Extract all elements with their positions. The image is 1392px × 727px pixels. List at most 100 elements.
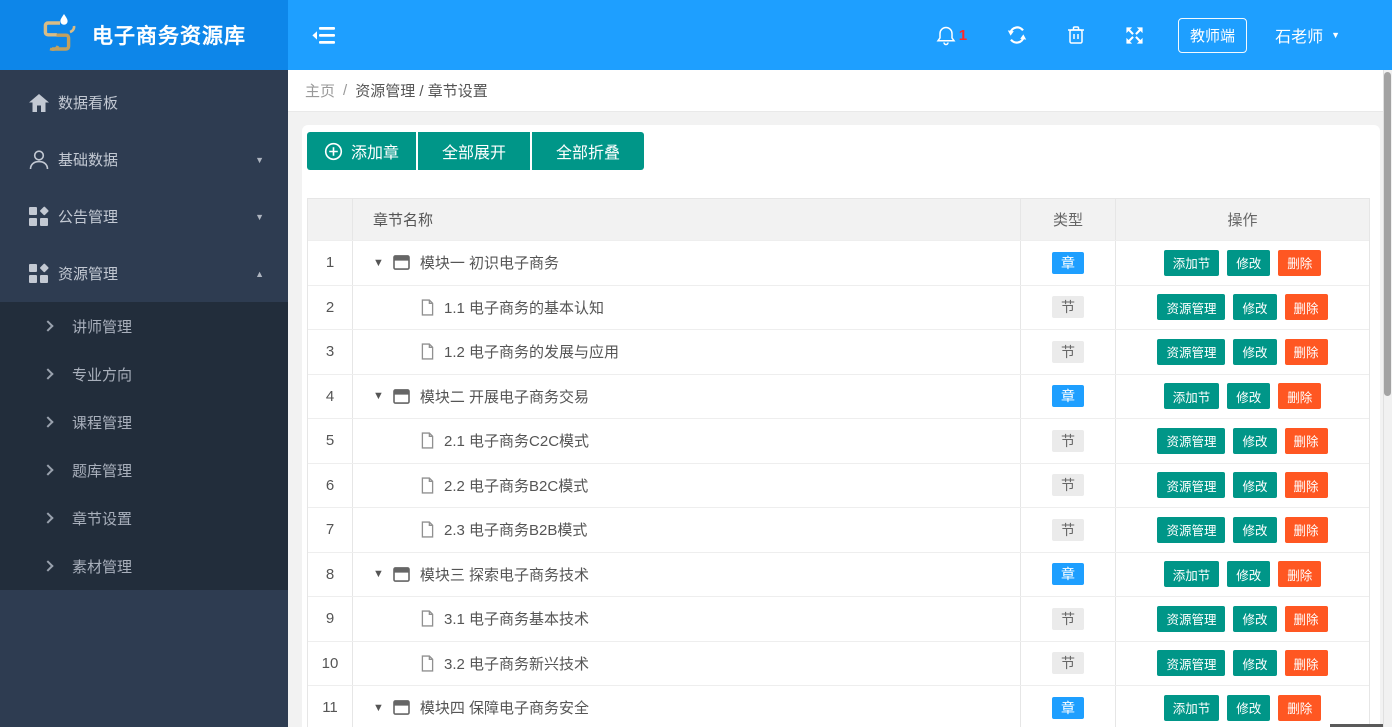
row-index: 2	[308, 285, 353, 329]
username: 石老师	[1275, 29, 1324, 46]
chapter-name: 2.1 电子商务C2C模式	[444, 433, 590, 451]
submenu-item-label: 讲师管理	[72, 318, 133, 336]
section-doc-icon	[421, 655, 434, 672]
user-caret-icon: ▼	[1331, 30, 1340, 40]
chapter-name: 2.3 电子商务B2B模式	[444, 522, 588, 540]
add-chapter-button[interactable]: 添加章	[307, 132, 417, 170]
delete-button[interactable]: 删除	[1278, 249, 1322, 276]
component-icon	[29, 263, 49, 283]
toolbar: 添加章 全部展开 全部折叠	[307, 132, 1375, 170]
component-icon	[29, 206, 49, 226]
chevron-right-icon	[42, 560, 54, 572]
chapter-name: 2.2 电子商务B2C模式	[444, 477, 589, 495]
breadcrumb-home[interactable]: 主页	[305, 80, 335, 101]
add-section-button[interactable]: 添加节	[1163, 249, 1220, 276]
chevron-right-icon	[42, 464, 54, 476]
refresh-icon[interactable]	[1007, 25, 1027, 45]
sidebar-item-announcements[interactable]: 公告管理 ▼	[0, 188, 288, 245]
caret-down-icon: ▼	[255, 154, 264, 165]
table-row: 9 ▼ 3.1 电子商务基本技术 节 资源管理 修改 删除	[308, 597, 1369, 642]
trash-icon[interactable]	[1067, 25, 1085, 45]
resource-manage-button[interactable]: 资源管理	[1157, 472, 1226, 499]
resource-manage-button[interactable]: 资源管理	[1157, 294, 1226, 321]
logo-area: 电子商务资源库	[0, 0, 288, 70]
tree-collapse-caret-icon[interactable]: ▼	[373, 390, 384, 402]
caret-up-icon: ▲	[255, 268, 264, 279]
tree-collapse-caret-icon[interactable]: ▼	[373, 257, 384, 269]
sidebar-item-resources[interactable]: 资源管理 ▲	[0, 245, 288, 302]
resource-manage-button[interactable]: 资源管理	[1157, 338, 1226, 365]
menu-collapse-icon[interactable]	[312, 24, 338, 46]
notification-bell-icon[interactable]: 1	[936, 25, 967, 46]
expand-all-button[interactable]: 全部展开	[418, 132, 531, 170]
type-badge: 章	[1052, 696, 1084, 719]
collapse-all-button[interactable]: 全部折叠	[532, 132, 645, 170]
sidebar-item-question-bank[interactable]: 题库管理	[0, 446, 288, 494]
row-index: 9	[308, 597, 353, 641]
chapter-name: 3.2 电子商务新兴技术	[444, 655, 590, 673]
edit-button[interactable]: 修改	[1233, 338, 1277, 365]
sidebar-item-course-management[interactable]: 课程管理	[0, 398, 288, 446]
add-section-button[interactable]: 添加节	[1163, 694, 1220, 721]
edit-button[interactable]: 修改	[1227, 383, 1271, 410]
resource-manage-button[interactable]: 资源管理	[1157, 650, 1226, 677]
resource-manage-button[interactable]: 资源管理	[1157, 427, 1226, 454]
chevron-right-icon	[42, 416, 54, 428]
edit-button[interactable]: 修改	[1233, 294, 1277, 321]
edit-button[interactable]: 修改	[1233, 605, 1277, 632]
type-badge: 节	[1052, 296, 1084, 319]
delete-button[interactable]: 删除	[1284, 516, 1328, 543]
tree-collapse-caret-icon[interactable]: ▼	[373, 702, 384, 714]
edit-button[interactable]: 修改	[1233, 472, 1277, 499]
sidebar-item-dashboard[interactable]: 数据看板	[0, 74, 288, 131]
home-icon	[29, 93, 49, 112]
sidebar-item-label: 数据看板	[58, 95, 119, 112]
table-header-row: 章节名称 类型 操作	[308, 199, 1369, 241]
submenu-item-label: 题库管理	[72, 462, 133, 480]
row-index: 11	[308, 686, 353, 727]
edit-button[interactable]: 修改	[1233, 650, 1277, 677]
delete-button[interactable]: 删除	[1284, 472, 1328, 499]
resource-manage-button[interactable]: 资源管理	[1157, 605, 1226, 632]
row-index: 6	[308, 463, 353, 507]
edit-button[interactable]: 修改	[1227, 561, 1271, 588]
delete-button[interactable]: 删除	[1284, 650, 1328, 677]
add-section-button[interactable]: 添加节	[1163, 383, 1220, 410]
sidebar-item-basic-data[interactable]: 基础数据 ▼	[0, 131, 288, 188]
section-doc-icon	[421, 610, 434, 627]
add-section-button[interactable]: 添加节	[1163, 561, 1220, 588]
delete-button[interactable]: 删除	[1278, 561, 1322, 588]
sidebar-item-major-direction[interactable]: 专业方向	[0, 350, 288, 398]
chapter-name: 模块四 保障电子商务安全	[419, 700, 590, 718]
sidebar-item-lecturer-management[interactable]: 讲师管理	[0, 302, 288, 350]
table-row: 10 ▼ 3.2 电子商务新兴技术 节 资源管理 修改 删除	[308, 641, 1369, 686]
vertical-scrollbar[interactable]	[1383, 70, 1392, 727]
delete-button[interactable]: 删除	[1278, 694, 1322, 721]
delete-button[interactable]: 删除	[1284, 427, 1328, 454]
resource-manage-button[interactable]: 资源管理	[1157, 516, 1226, 543]
sidebar-nav: 数据看板 基础数据 ▼ 公告管理 ▼ 资源管理 ▲ 讲师管理 专业方向 课程管理…	[0, 70, 288, 727]
chapter-window-icon	[393, 388, 410, 404]
delete-button[interactable]: 删除	[1284, 338, 1328, 365]
edit-button[interactable]: 修改	[1227, 694, 1271, 721]
delete-button[interactable]: 删除	[1284, 294, 1328, 321]
breadcrumb: 主页 / 资源管理 / 章节设置	[288, 70, 1392, 112]
fullscreen-icon[interactable]	[1125, 26, 1144, 45]
tree-collapse-caret-icon[interactable]: ▼	[373, 568, 384, 580]
teacher-mode-button[interactable]: 教师端	[1178, 17, 1248, 53]
table-row: 7 ▼ 2.3 电子商务B2B模式 节 资源管理 修改 删除	[308, 508, 1369, 553]
chapter-window-icon	[393, 255, 410, 271]
delete-button[interactable]: 删除	[1284, 605, 1328, 632]
scrollbar-thumb[interactable]	[1384, 72, 1391, 396]
edit-button[interactable]: 修改	[1233, 516, 1277, 543]
submenu-item-label: 素材管理	[72, 558, 133, 576]
user-menu[interactable]: 石老师 ▼	[1275, 23, 1340, 47]
delete-button[interactable]: 删除	[1278, 383, 1322, 410]
sidebar-item-chapter-settings[interactable]: 章节设置	[0, 494, 288, 542]
table-row: 6 ▼ 2.2 电子商务B2C模式 节 资源管理 修改 删除	[308, 463, 1369, 508]
type-badge: 节	[1052, 429, 1084, 452]
edit-button[interactable]: 修改	[1233, 427, 1277, 454]
edit-button[interactable]: 修改	[1227, 249, 1271, 276]
sidebar-item-material-management[interactable]: 素材管理	[0, 542, 288, 590]
row-index: 4	[308, 374, 353, 418]
